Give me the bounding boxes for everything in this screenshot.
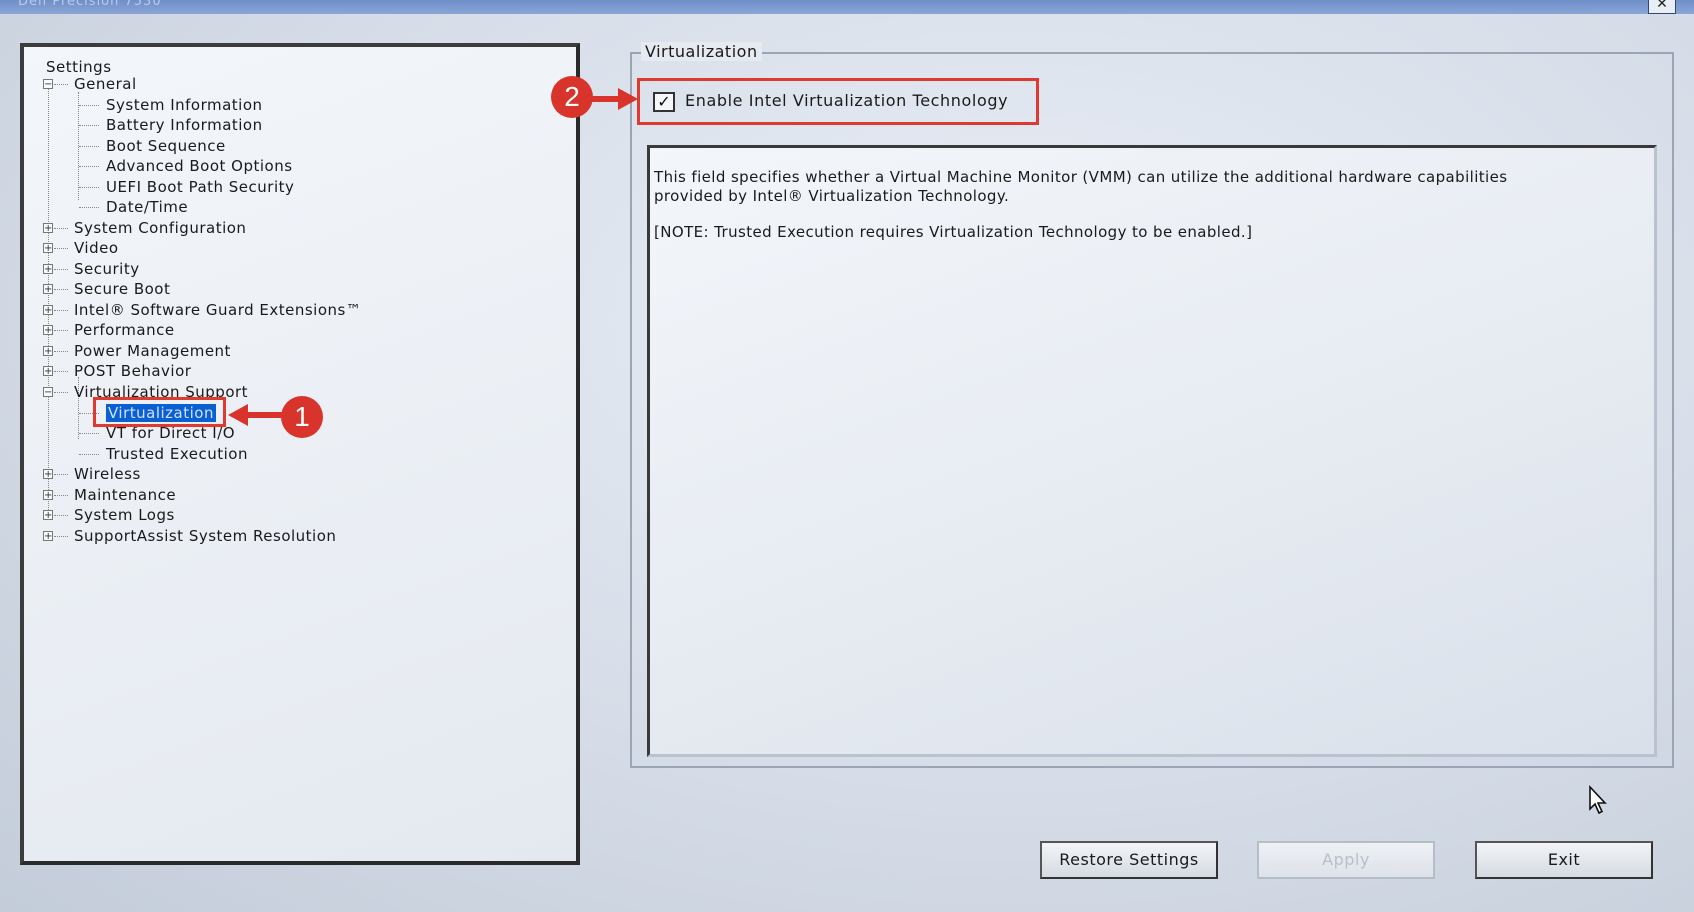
expand-icon[interactable]: +	[43, 469, 53, 480]
tree-item-performance[interactable]: Performance	[74, 320, 175, 340]
tree-item-secure-boot[interactable]: Secure Boot	[74, 279, 170, 299]
restore-settings-button[interactable]: Restore Settings	[1040, 841, 1218, 879]
tree-item-general[interactable]: General	[74, 74, 137, 94]
arrow-icon	[228, 404, 248, 426]
window-titlebar: Dell Precision 7530 ✕	[0, 0, 1694, 14]
expand-icon[interactable]: +	[43, 531, 53, 542]
apply-button[interactable]: Apply	[1257, 841, 1435, 879]
settings-tree: Settings − General System Information Ba…	[20, 43, 580, 865]
expand-icon[interactable]: +	[43, 325, 53, 336]
expand-icon[interactable]: +	[43, 243, 53, 254]
tree-item-system-configuration[interactable]: System Configuration	[74, 218, 246, 238]
tree-item-wireless[interactable]: Wireless	[74, 464, 141, 484]
tree-item-advanced-boot-options[interactable]: Advanced Boot Options	[106, 156, 293, 176]
arrow-shaft	[246, 412, 286, 418]
callout-badge-2: 2	[551, 76, 593, 118]
tree-item-maintenance[interactable]: Maintenance	[74, 485, 176, 505]
tree-item-security[interactable]: Security	[74, 259, 140, 279]
collapse-icon[interactable]: −	[43, 79, 53, 90]
tree-item-system-information[interactable]: System Information	[106, 95, 263, 115]
callout-badge-1: 1	[281, 396, 323, 438]
arrow-icon	[618, 88, 638, 110]
window-title: Dell Precision 7530	[18, 0, 162, 9]
expand-icon[interactable]: +	[43, 305, 53, 316]
expand-icon[interactable]: +	[43, 510, 53, 521]
exit-button[interactable]: Exit	[1475, 841, 1653, 879]
tree-item-sgx[interactable]: Intel® Software Guard Extensions™	[74, 300, 361, 320]
group-title: Virtualization	[641, 42, 762, 61]
description-line-2: provided by Intel® Virtualization Techno…	[654, 187, 1010, 205]
mouse-cursor-icon	[1589, 785, 1607, 815]
tree-connector	[48, 84, 49, 520]
arrow-shaft	[590, 96, 620, 102]
tree-item-trusted-execution[interactable]: Trusted Execution	[106, 444, 248, 464]
expand-icon[interactable]: +	[43, 223, 53, 234]
tree-item-date-time[interactable]: Date/Time	[106, 197, 188, 217]
expand-icon[interactable]: +	[43, 366, 53, 377]
expand-icon[interactable]: +	[43, 264, 53, 275]
tree-item-power-management[interactable]: Power Management	[74, 341, 231, 361]
expand-icon[interactable]: +	[43, 284, 53, 295]
expand-icon[interactable]: +	[43, 490, 53, 501]
close-icon[interactable]: ✕	[1648, 0, 1676, 14]
expand-icon[interactable]: +	[43, 346, 53, 357]
tree-item-supportassist[interactable]: SupportAssist System Resolution	[74, 526, 336, 546]
tree-item-video[interactable]: Video	[74, 238, 119, 258]
collapse-icon[interactable]: −	[43, 387, 53, 398]
tree-item-post-behavior[interactable]: POST Behavior	[74, 361, 191, 381]
tree-item-boot-sequence[interactable]: Boot Sequence	[106, 136, 226, 156]
tree-item-uefi-boot-path-security[interactable]: UEFI Boot Path Security	[106, 177, 294, 197]
description-note: [NOTE: Trusted Execution requires Virtua…	[654, 223, 1253, 241]
tree-item-battery-information[interactable]: Battery Information	[106, 115, 263, 135]
tree-item-system-logs[interactable]: System Logs	[74, 505, 175, 525]
highlight-box-virtualization	[93, 397, 226, 427]
description-line-1: This field specifies whether a Virtual M…	[654, 168, 1508, 186]
highlight-box-checkbox	[637, 78, 1039, 125]
